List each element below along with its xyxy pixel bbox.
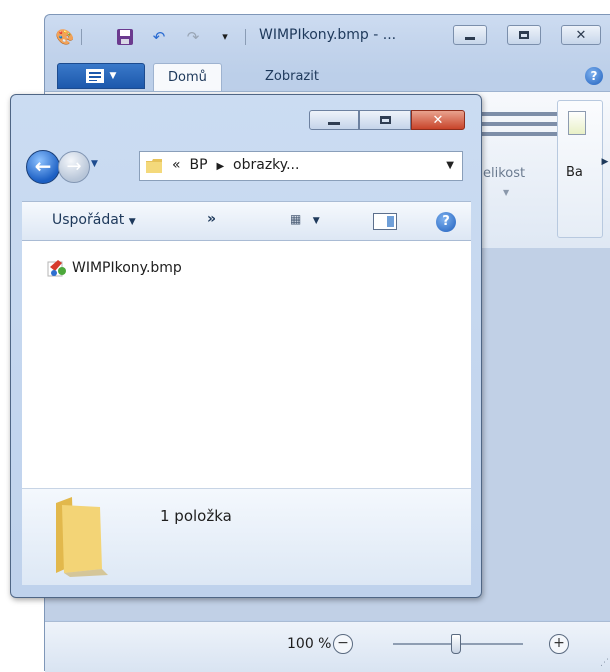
zoom-slider-thumb[interactable] xyxy=(451,634,461,654)
redo-icon[interactable]: ↷ xyxy=(183,28,203,46)
ribbon-tabs: ▼ Domů Zobrazit ? xyxy=(45,61,610,91)
maximize-icon xyxy=(379,116,391,124)
breadcrumb-segment-bp[interactable]: BP xyxy=(189,157,207,173)
close-icon: ✕ xyxy=(575,27,587,43)
zoom-in-button[interactable]: + xyxy=(549,634,569,654)
file-list[interactable]: WIMPIkony.bmp xyxy=(22,241,471,489)
help-icon[interactable]: ? xyxy=(585,67,603,85)
folder-icon xyxy=(146,159,162,173)
more-commands-button[interactable]: » xyxy=(207,211,216,227)
view-grid-icon: ▦ xyxy=(290,212,302,226)
minimize-icon xyxy=(328,121,340,125)
paint-titlebar: 🎨 ↶ ↷ ▾ WIMPIkony.bmp - ... ✕ xyxy=(45,15,610,57)
organize-button[interactable]: Uspořádat ▼ xyxy=(52,212,136,228)
explorer-minimize-button[interactable] xyxy=(309,110,359,130)
explorer-window: ✕ ← → ▼ « BP ▶ obrazky... ▼ Uspořádat ▼ … xyxy=(10,94,482,598)
undo-icon[interactable]: ↶ xyxy=(149,28,169,46)
help-icon[interactable]: ? xyxy=(436,212,456,232)
paint-statusbar: 100 % − + ⋰ xyxy=(45,621,610,672)
address-dropdown-icon[interactable]: ▼ xyxy=(446,160,454,171)
recent-pages-dropdown-icon[interactable]: ▼ xyxy=(91,159,98,169)
paint-file-menu-button[interactable]: ▼ xyxy=(57,63,145,89)
chevron-down-icon: ▼ xyxy=(128,217,136,227)
organize-label: Uspořádat xyxy=(52,212,125,228)
paint-close-button[interactable]: ✕ xyxy=(561,25,601,45)
change-view-button[interactable]: ▦ ▼ xyxy=(290,212,320,226)
paint-app-icon[interactable]: 🎨 xyxy=(55,28,75,46)
size-lines-icon[interactable] xyxy=(481,112,561,142)
qat-customize-icon[interactable]: ▾ xyxy=(215,28,235,46)
back-arrow-icon: ← xyxy=(34,154,52,178)
tab-home[interactable]: Domů xyxy=(153,63,222,91)
qat-separator xyxy=(245,29,246,45)
size-dropdown-icon[interactable]: ▼ xyxy=(503,188,509,197)
breadcrumb-segment-obrazky[interactable]: obrazky... xyxy=(233,157,299,173)
paint-window-title: WIMPIkony.bmp - ... xyxy=(259,27,397,43)
forward-button[interactable]: → xyxy=(58,151,90,183)
size-label[interactable]: elikost xyxy=(483,166,525,181)
paint-bitmap-icon xyxy=(47,260,66,277)
preview-pane-icon[interactable] xyxy=(373,213,397,230)
qat-separator xyxy=(81,29,82,45)
item-count: 1 položka xyxy=(160,507,232,525)
details-pane: 1 položka xyxy=(22,489,471,585)
save-icon[interactable] xyxy=(115,28,135,46)
breadcrumb: « BP ▶ obrazky... xyxy=(172,157,299,173)
file-name: WIMPIkony.bmp xyxy=(72,260,182,276)
address-bar[interactable]: « BP ▶ obrazky... ▼ xyxy=(139,151,463,181)
back-button[interactable]: ← xyxy=(26,150,60,184)
color-label: Ba xyxy=(566,165,583,180)
close-icon: ✕ xyxy=(432,112,444,128)
resize-grip-icon[interactable]: ⋰ xyxy=(600,658,609,668)
command-bar: Uspořádat ▼ » ▦ ▼ ? xyxy=(22,201,471,241)
ribbon-scroll-right-icon[interactable]: ▶ xyxy=(599,142,610,182)
list-item[interactable]: WIMPIkony.bmp xyxy=(46,257,182,279)
color-swatch-icon xyxy=(568,111,586,135)
paint-menu-icon xyxy=(85,69,104,83)
explorer-maximize-button[interactable] xyxy=(359,110,411,130)
zoom-out-button[interactable]: − xyxy=(333,634,353,654)
breadcrumb-overflow[interactable]: « xyxy=(172,157,181,173)
chevron-down-icon: ▼ xyxy=(109,71,117,81)
paint-minimize-button[interactable] xyxy=(453,25,487,45)
restore-icon xyxy=(519,31,529,39)
forward-arrow-icon: → xyxy=(66,156,82,177)
paint-maximize-button[interactable] xyxy=(507,25,541,45)
chevron-down-icon: ▼ xyxy=(312,216,320,226)
tab-view[interactable]: Zobrazit xyxy=(251,63,333,91)
breadcrumb-separator-icon[interactable]: ▶ xyxy=(216,161,224,172)
zoom-level: 100 % xyxy=(287,636,332,652)
minimize-icon xyxy=(465,36,475,40)
explorer-close-button[interactable]: ✕ xyxy=(411,110,465,130)
colors-group[interactable]: Ba xyxy=(557,100,603,238)
folder-icon xyxy=(56,497,108,577)
